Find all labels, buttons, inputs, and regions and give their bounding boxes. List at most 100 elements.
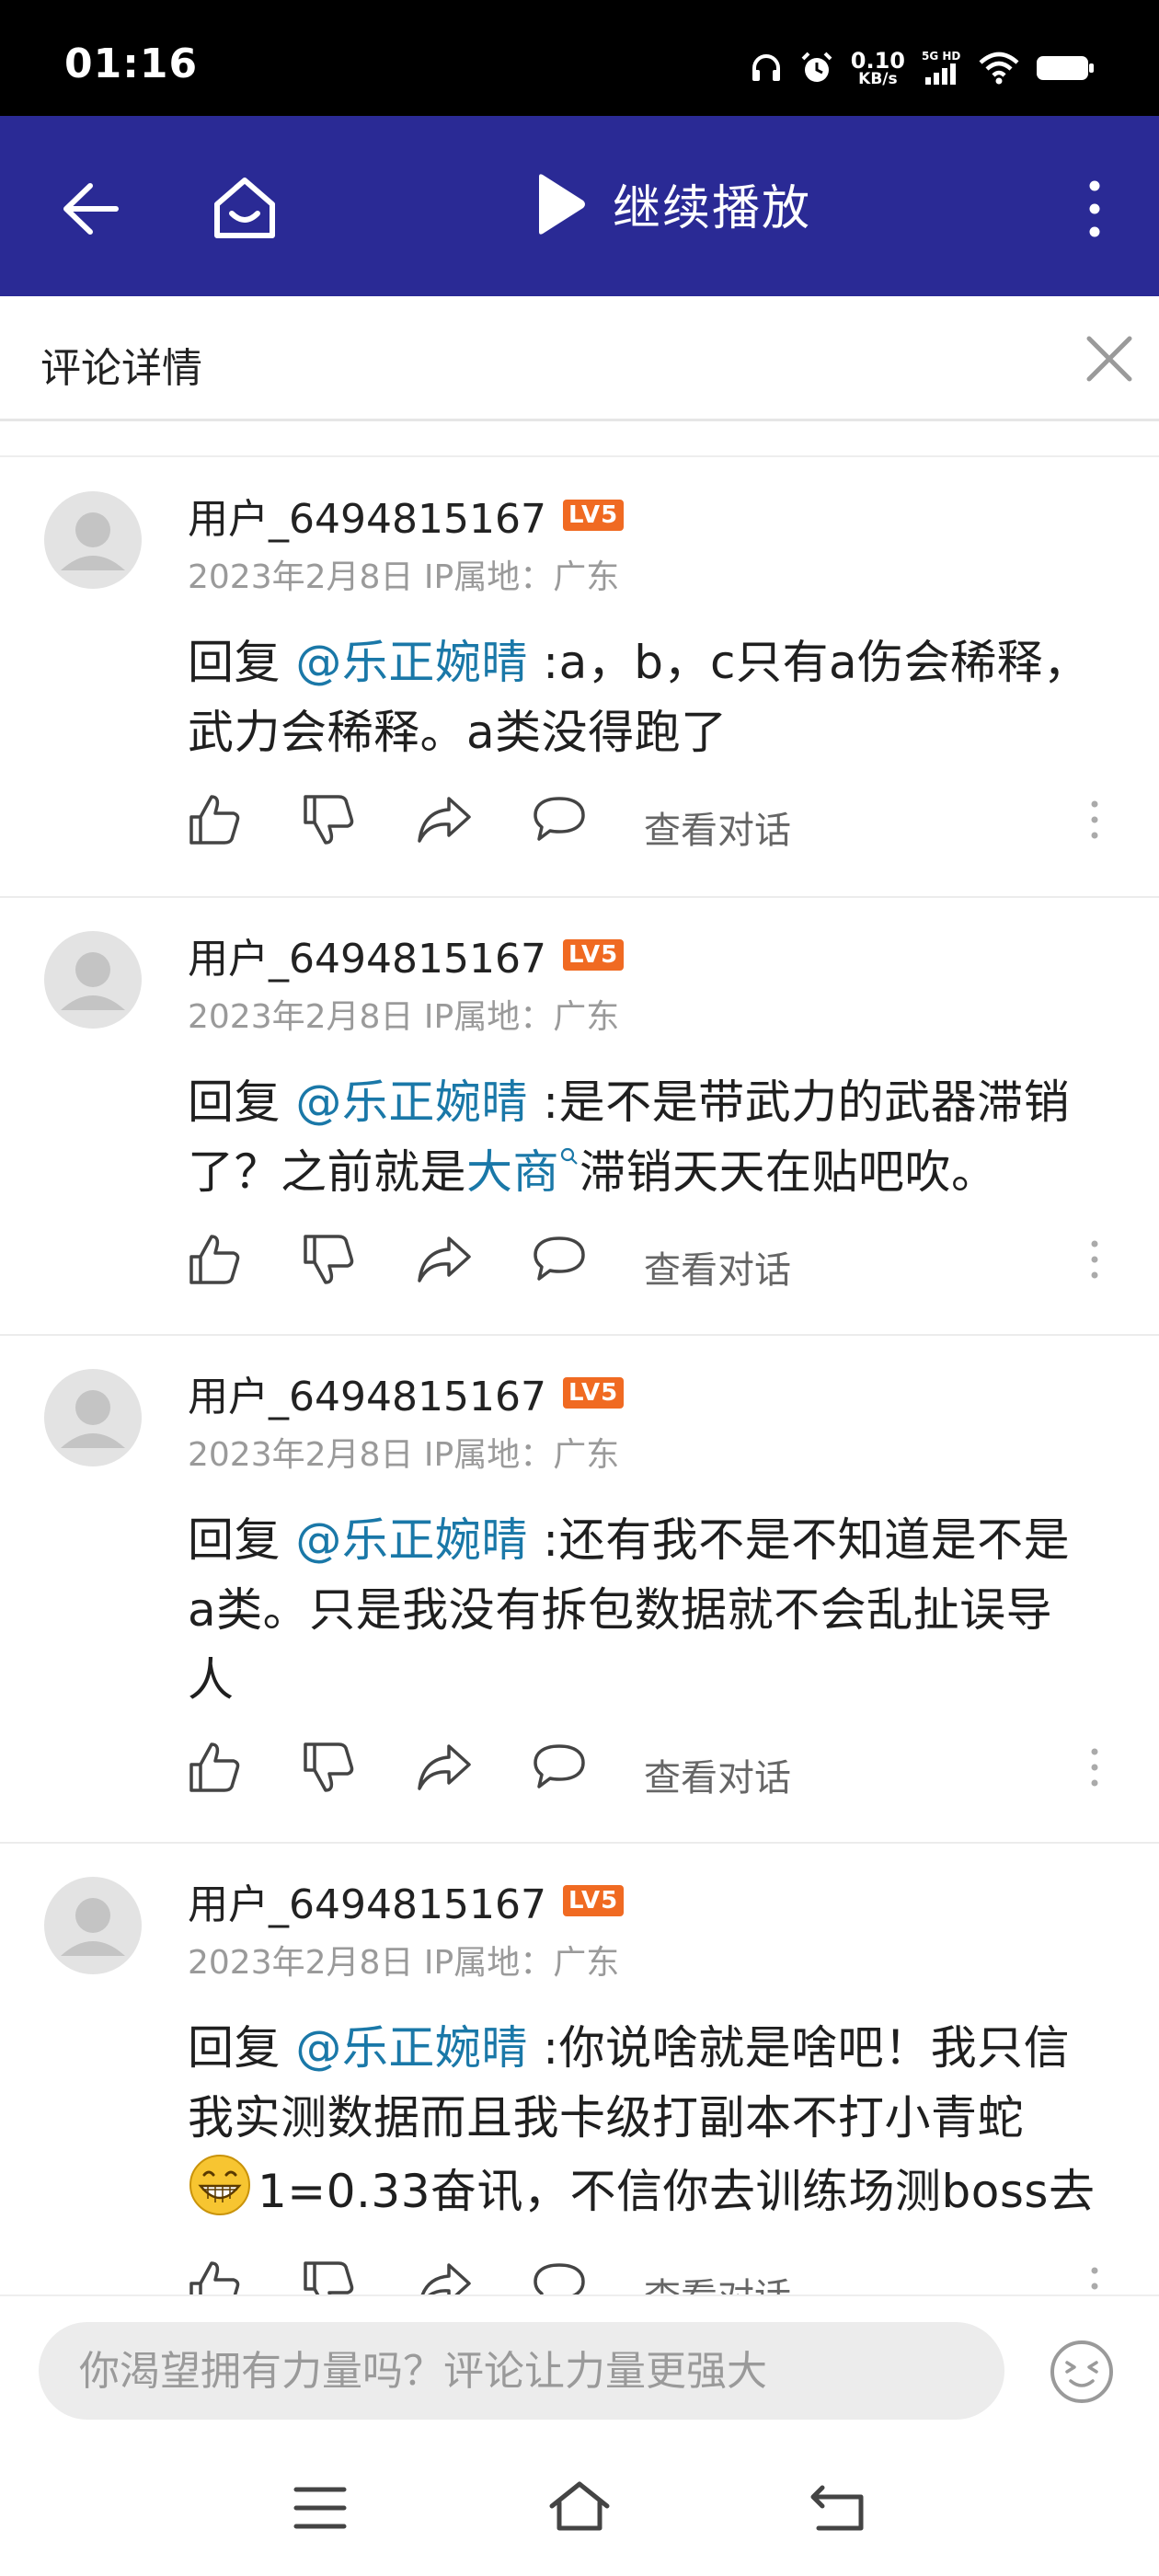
mention-link[interactable]: @乐正婉晴	[295, 1075, 528, 1129]
share-icon	[418, 1744, 471, 1790]
comment-text-line3: 人	[188, 1653, 235, 1707]
close-button[interactable]	[1084, 333, 1135, 385]
comment-bubble-icon	[534, 1236, 585, 1281]
default-avatar-icon	[61, 1390, 125, 1448]
share-button[interactable]	[416, 2260, 473, 2294]
reply-button[interactable]	[532, 1741, 587, 1794]
mention-link[interactable]: @乐正婉晴	[295, 2021, 528, 2075]
like-button[interactable]	[188, 793, 241, 846]
system-home-button[interactable]	[546, 2478, 613, 2537]
status-bar: 01:16 0.10 KB/s 5G HD	[0, 0, 1159, 116]
comment-actions: 查看对话	[188, 2260, 1135, 2294]
username-row: 用户_6494815167 LV5	[188, 1871, 625, 1930]
more-options-button[interactable]	[1078, 177, 1111, 241]
reply-prefix: 回复	[188, 2021, 296, 2075]
username[interactable]: 用户_6494815167	[188, 1363, 546, 1422]
home-button[interactable]	[210, 173, 280, 243]
emoji-button[interactable]	[1049, 2339, 1115, 2405]
comment-text: 回复 @乐正婉晴 :你说啥就是啥吧！我只信 我实测数据而且我卡级打副本不打小青蛇…	[188, 2013, 1144, 2237]
keyword-search-link[interactable]: 大商	[466, 1145, 580, 1199]
comment-text-line3: 1=0.33奋讯，不信你去训练场测boss去	[258, 2165, 1096, 2218]
share-button[interactable]	[416, 1741, 473, 1794]
avatar[interactable]	[44, 1369, 142, 1466]
username-row: 用户_6494815167 LV5	[188, 486, 625, 545]
view-conversation-link[interactable]: 查看对话	[644, 800, 791, 854]
comment-more-button[interactable]	[1085, 793, 1104, 850]
view-conversation-link[interactable]: 查看对话	[644, 2267, 791, 2294]
system-back-button[interactable]	[809, 2482, 866, 2537]
like-button[interactable]	[188, 2260, 241, 2294]
avatar[interactable]	[44, 1877, 142, 1974]
dislike-button[interactable]	[302, 1741, 355, 1794]
reply-button[interactable]	[532, 1233, 587, 1286]
comment-text-line2-pre: 了？之前就是	[188, 1145, 466, 1199]
comment-list[interactable]: 用户_6494815167 LV5 2023年2月8日 IP属地：广东 回复 @…	[0, 458, 1159, 2294]
avatar[interactable]	[44, 491, 142, 589]
comment-text-line1: :还有我不是不知道是不是	[527, 1513, 1071, 1567]
comment-item: 用户_6494815167 LV5 2023年2月8日 IP属地：广东 回复 @…	[0, 458, 1159, 898]
recent-apps-button[interactable]	[293, 2484, 348, 2536]
like-button[interactable]	[188, 1741, 241, 1794]
thumbs-up-icon	[189, 2261, 240, 2294]
back-button[interactable]	[57, 177, 121, 241]
home-smile-icon	[214, 178, 275, 238]
comment-text: 回复 @乐正婉晴 :还有我不是不知道是不是 a类。只是我没有拆包数据就不会乱扯误…	[188, 1505, 1126, 1715]
reply-prefix: 回复	[188, 636, 296, 689]
dislike-button[interactable]	[302, 2260, 355, 2294]
username[interactable]: 用户_6494815167	[188, 486, 546, 545]
share-button[interactable]	[416, 793, 473, 846]
thumbs-up-icon	[189, 1742, 240, 1792]
share-button[interactable]	[416, 1233, 473, 1286]
default-avatar-icon	[61, 952, 125, 1010]
username[interactable]: 用户_6494815167	[188, 926, 546, 984]
comment-bubble-icon	[534, 1744, 585, 1788]
more-vertical-icon	[1089, 180, 1100, 237]
comment-bubble-icon	[534, 797, 585, 841]
username-row: 用户_6494815167 LV5	[188, 926, 625, 984]
comment-item: 用户_6494815167 LV5 2023年2月8日 IP属地：广东 回复 @…	[0, 1336, 1159, 1844]
battery-icon	[1036, 53, 1095, 83]
thumbs-down-icon	[304, 795, 354, 845]
dislike-button[interactable]	[302, 1233, 355, 1286]
status-time: 01:16	[64, 40, 199, 87]
mention-link[interactable]: @乐正婉晴	[295, 636, 528, 689]
reply-button[interactable]	[532, 793, 587, 846]
comment-item: 用户_6494815167 LV5 2023年2月8日 IP属地：广东 回复 @…	[0, 898, 1159, 1336]
comment-input[interactable]	[39, 2322, 1004, 2420]
default-avatar-icon	[61, 512, 125, 570]
reply-prefix: 回复	[188, 1075, 296, 1129]
comment-more-button[interactable]	[1085, 1741, 1104, 1798]
continue-play-button[interactable]: 继续播放	[534, 169, 811, 238]
header-divider	[0, 424, 1159, 457]
comment-item: 用户_6494815167 LV5 2023年2月8日 IP属地：广东 回复 @…	[0, 1844, 1159, 2294]
comment-input-bar	[0, 2294, 1159, 2442]
avatar[interactable]	[44, 931, 142, 1029]
thumbs-up-icon	[189, 1235, 240, 1284]
more-vertical-icon	[1091, 1748, 1098, 1787]
wifi-icon	[979, 52, 1019, 85]
signal-icon: 5G HD	[922, 50, 962, 86]
reply-button[interactable]	[532, 2260, 587, 2294]
username[interactable]: 用户_6494815167	[188, 1871, 546, 1930]
comment-actions: 查看对话	[188, 793, 1135, 857]
comment-text-line1: :是不是带武力的武器滞销	[527, 1075, 1071, 1129]
comment-more-button[interactable]	[1085, 2260, 1104, 2294]
emoji-face-icon	[1050, 2340, 1113, 2403]
level-badge: LV5	[562, 1377, 625, 1409]
keyword-link-text: 大商	[466, 1145, 559, 1199]
view-conversation-link[interactable]: 查看对话	[644, 1748, 791, 1801]
thumbs-up-icon	[189, 795, 240, 845]
view-conversation-link[interactable]: 查看对话	[644, 1240, 791, 1294]
comment-more-button[interactable]	[1085, 1233, 1104, 1290]
comment-text: 回复 @乐正婉晴 :是不是带武力的武器滞销 了？之前就是大商 滞销天天在贴吧吹。	[188, 1067, 1126, 1207]
thumbs-down-icon	[304, 1742, 354, 1792]
play-icon	[539, 173, 585, 235]
thumbs-down-icon	[304, 1235, 354, 1284]
system-navigation-bar	[0, 2442, 1159, 2576]
comment-text-line2: 武力会稀释。a类没得跑了	[188, 706, 728, 759]
dislike-button[interactable]	[302, 793, 355, 846]
panel-title: 评论详情	[40, 345, 202, 392]
thumbs-down-icon	[304, 2261, 354, 2294]
like-button[interactable]	[188, 1233, 241, 1286]
mention-link[interactable]: @乐正婉晴	[295, 1513, 528, 1567]
